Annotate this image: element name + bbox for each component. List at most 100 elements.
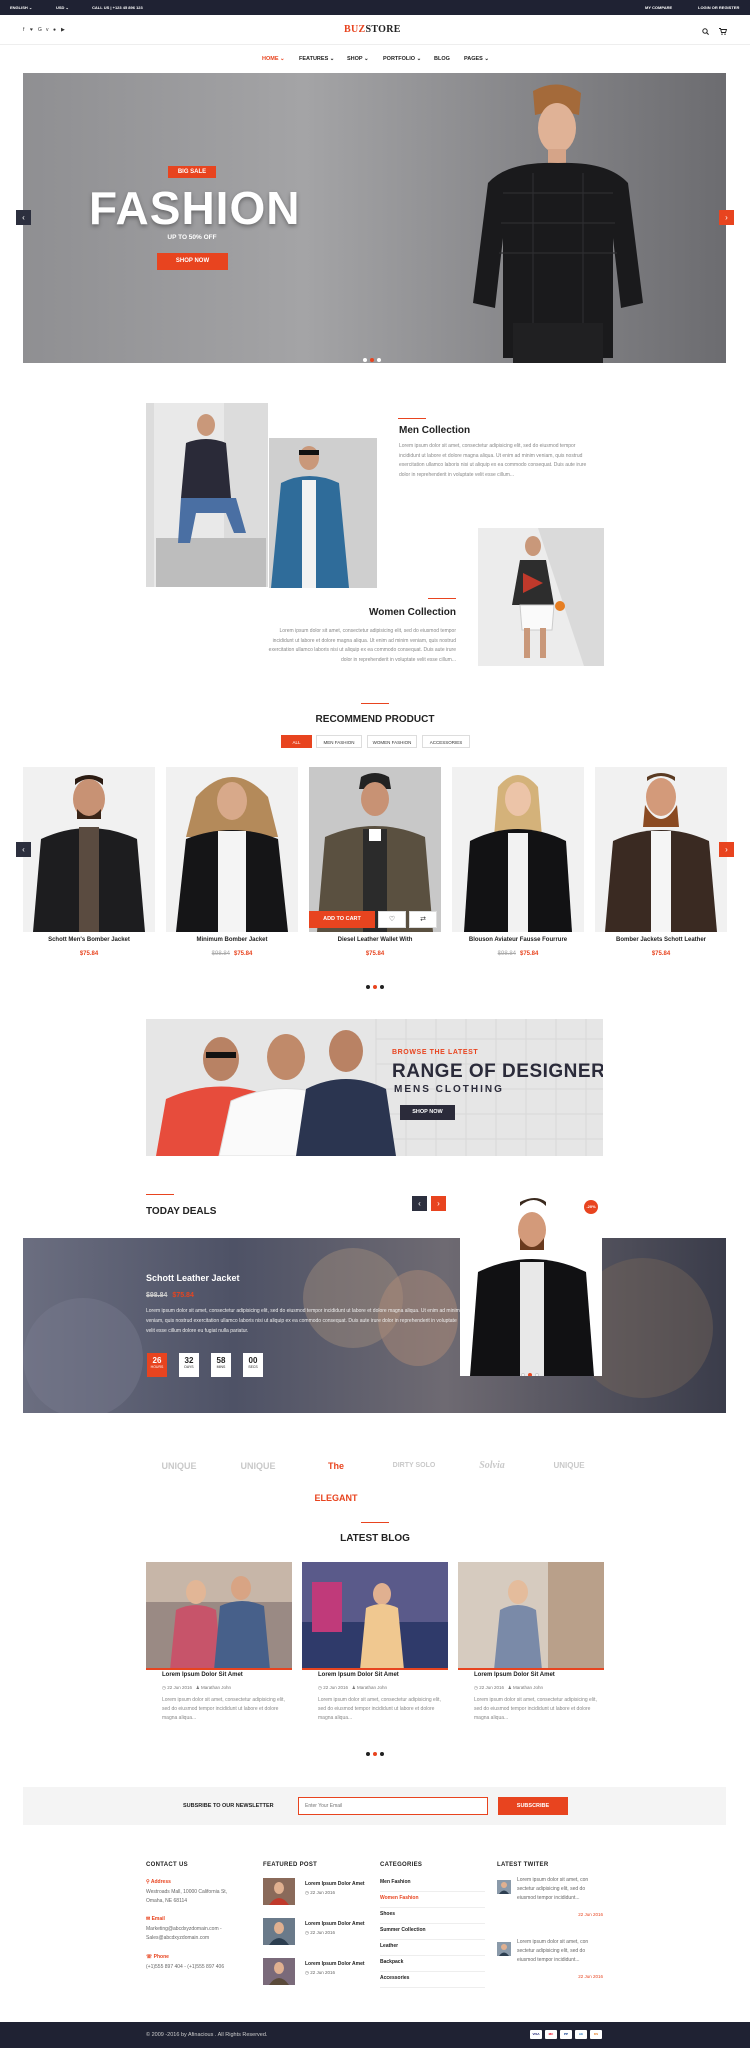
product-card[interactable] — [23, 767, 155, 932]
product-image — [176, 777, 288, 932]
deals-product-card[interactable]: -20% — [460, 1194, 602, 1376]
slider-dot[interactable] — [365, 1752, 370, 1756]
tab-accessories[interactable]: ACCESSORIES — [422, 735, 470, 748]
slider-dot[interactable] — [372, 985, 377, 989]
product-price: $98.84 $75.84 — [452, 951, 584, 957]
featured-post-thumb[interactable] — [263, 1878, 295, 1905]
countdown-hours: 26 HOURS — [147, 1353, 167, 1377]
newsletter-email-input[interactable] — [298, 1797, 488, 1815]
nav-portfolio[interactable]: PORTFOLIO ⌄ — [383, 56, 421, 62]
pinterest-icon[interactable]: ● — [53, 27, 56, 33]
tab-men-fashion[interactable]: MEN FASHION — [316, 735, 362, 748]
countdown-value: 58 — [216, 1356, 226, 1365]
brand-logo-solvia[interactable]: Solvia — [463, 1450, 521, 1482]
category-link[interactable]: Leather — [380, 1940, 485, 1956]
countdown-label: SECS — [248, 1365, 258, 1369]
search-icon[interactable] — [702, 28, 709, 35]
wishlist-heart-icon[interactable]: ♡ — [378, 911, 406, 928]
brand-logo-unique[interactable]: UNIQUE — [158, 1450, 200, 1482]
slider-dot[interactable] — [376, 358, 381, 362]
slider-dot[interactable] — [379, 1752, 384, 1756]
blog-image[interactable] — [458, 1562, 604, 1670]
category-link[interactable]: Backpack — [380, 1956, 485, 1972]
product-name[interactable]: Bomber Jackets Schott Leather — [595, 937, 727, 943]
cart-icon[interactable] — [719, 28, 727, 35]
category-link[interactable]: Women Fashion — [380, 1892, 485, 1908]
top-bar: ENGLISH ⌄ USD ⌄ CALL US | +123 45 896 12… — [0, 0, 750, 15]
products-prev-arrow[interactable]: ‹ — [16, 842, 31, 857]
slider-dot[interactable] — [362, 358, 367, 362]
paypal-icon: PP — [560, 2030, 572, 2039]
slider-dot[interactable] — [369, 358, 374, 362]
nav-pages[interactable]: PAGES ⌄ — [464, 56, 489, 62]
hero-prev-arrow[interactable]: ‹ — [16, 210, 31, 225]
featured-post-thumb[interactable] — [263, 1958, 295, 1985]
product-name[interactable]: Blouson Aviateur Fausse Fourrure — [452, 937, 584, 943]
category-link[interactable]: Shoes — [380, 1908, 485, 1924]
brand-logo-elegant[interactable]: The ELEGANT — [310, 1450, 362, 1503]
deals-prev-arrow[interactable]: ‹ — [412, 1196, 427, 1211]
blog-image[interactable] — [302, 1562, 448, 1670]
product-card[interactable] — [595, 767, 727, 932]
language-select[interactable]: ENGLISH ⌄ — [10, 5, 32, 10]
hero-next-arrow[interactable]: › — [719, 210, 734, 225]
subscribe-button[interactable]: SUBSCRIBE — [498, 1797, 568, 1815]
nav-features[interactable]: FEATURES ⌄ — [299, 56, 334, 62]
product-name[interactable]: Minimum Bomber Jacket — [166, 937, 298, 943]
women-collection-divider — [428, 598, 456, 599]
tweet-avatar — [497, 1942, 511, 1956]
product-image — [605, 773, 717, 932]
blog-image[interactable] — [146, 1562, 292, 1670]
brand-logo-unique[interactable]: UNIQUE — [230, 1450, 286, 1482]
category-link[interactable]: Men Fashion — [380, 1876, 485, 1892]
compare-shuffle-icon[interactable]: ⇄ — [409, 911, 437, 928]
blog-post-title[interactable]: Lorem Ipsum Dolor Sit Amet — [162, 1672, 243, 1678]
logo[interactable]: BUZSTORE — [344, 24, 401, 35]
deals-product-name[interactable]: Schott Leather Jacket — [146, 1273, 240, 1283]
product-card[interactable]: ADD TO CART ♡ ⇄ — [309, 767, 441, 932]
deals-slider-dots — [519, 1364, 540, 1376]
account-link[interactable]: LOGIN OR REGISTER — [698, 5, 739, 10]
countdown-value: 26 — [152, 1356, 162, 1365]
category-link[interactable]: Accessories — [380, 1972, 485, 1988]
add-to-cart-button[interactable]: ADD TO CART — [309, 911, 375, 928]
category-link[interactable]: Summer Collection — [380, 1924, 485, 1940]
deals-next-arrow[interactable]: › — [431, 1196, 446, 1211]
slider-dot[interactable] — [527, 1373, 532, 1376]
youtube-icon[interactable]: ▶ — [61, 27, 65, 33]
slider-dot[interactable] — [520, 1373, 525, 1376]
product-card[interactable] — [452, 767, 584, 932]
discover-icon: DS — [590, 2030, 602, 2039]
footer-email[interactable]: Marketing@abcdxyzdomain.com - Sales@abcd… — [146, 1925, 242, 1943]
google-plus-icon[interactable]: G — [38, 27, 42, 33]
nav-blog[interactable]: BLOG — [434, 56, 450, 62]
slider-dot[interactable] — [379, 985, 384, 989]
banner-shop-now-button[interactable]: SHOP NOW — [400, 1105, 455, 1120]
product-name[interactable]: Diesel Leather Wallet With — [309, 937, 441, 943]
compare-link[interactable]: MY COMPARE — [645, 5, 672, 10]
vimeo-icon[interactable]: v — [46, 27, 49, 33]
brand-logo-dirty-solo[interactable]: DIRTY SOLO — [385, 1450, 443, 1482]
slider-dot[interactable] — [365, 985, 370, 989]
recommend-title: RECOMMEND PRODUCT — [315, 714, 435, 725]
currency-select[interactable]: USD ⌄ — [56, 5, 69, 10]
facebook-icon[interactable]: f — [23, 27, 24, 33]
featured-post-thumb[interactable] — [263, 1918, 295, 1945]
blog-post-title[interactable]: Lorem Ipsum Dolor Sit Amet — [474, 1672, 555, 1678]
slider-dot[interactable] — [534, 1373, 539, 1376]
tab-all[interactable]: ALL — [281, 735, 312, 748]
twitter-icon[interactable]: ♥ — [30, 27, 33, 33]
product-name[interactable]: Schott Men's Bomber Jacket — [23, 937, 155, 943]
designer-banner[interactable]: BROWSE THE LATEST RANGE OF DESIGNER MENS… — [146, 1019, 603, 1156]
tab-women-fashion[interactable]: WOMEN FASHION — [367, 735, 417, 748]
products-next-arrow[interactable]: › — [719, 842, 734, 857]
brand-logo-unique[interactable]: UNIQUE — [546, 1450, 592, 1482]
slider-dot[interactable] — [372, 1752, 377, 1756]
nav-home[interactable]: HOME ⌄ — [262, 56, 285, 62]
blog-post-title[interactable]: Lorem Ipsum Dolor Sit Amet — [318, 1672, 399, 1678]
countdown-label: MINS — [216, 1365, 226, 1369]
blog-post-excerpt: Lorem ipsum dolor sit amet, consectetur … — [474, 1697, 597, 1721]
hero-shop-now-button[interactable]: SHOP NOW — [157, 253, 228, 270]
product-card[interactable] — [166, 767, 298, 932]
nav-shop[interactable]: SHOP ⌄ — [347, 56, 369, 62]
